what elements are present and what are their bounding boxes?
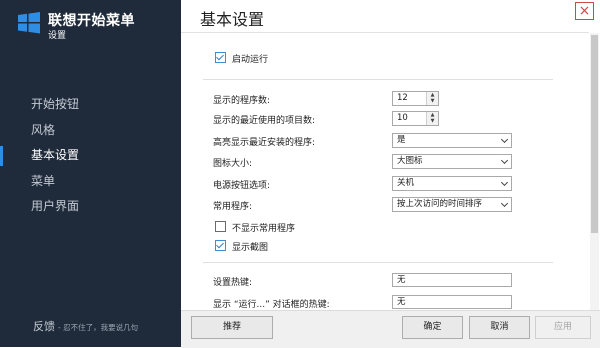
windows-logo-icon <box>18 12 40 34</box>
settings-list: 启动运行 显示的程序数: 12 ▲ ▼ 显示的最近使用的项目数: 10 ▲ ▼ 高亮… <box>181 33 589 310</box>
hotkey-label: 设置热键: <box>213 278 253 288</box>
common-programs-label: 常用程序: <box>213 202 253 212</box>
recent-items-label: 显示的最近使用的项目数: <box>213 116 316 126</box>
icon-size-select[interactable]: 大图标 <box>392 154 512 169</box>
vertical-scrollbar[interactable] <box>590 33 599 310</box>
sidebar-item-label: 菜单 <box>31 173 56 188</box>
power-button-label: 电源按钮选项: <box>213 181 271 191</box>
sidebar-item-label: 用户界面 <box>31 199 80 213</box>
autostart-checkbox[interactable] <box>215 52 226 63</box>
chevron-down-icon <box>500 135 509 144</box>
spinner-arrows-icon[interactable]: ▲ ▼ <box>426 112 438 125</box>
sidebar-item-user-interface[interactable]: 用户界面 <box>0 194 181 220</box>
sidebar-item-basic-settings[interactable]: 基本设置 <box>0 143 181 169</box>
chevron-down-icon <box>500 178 509 187</box>
spinner-arrows-icon[interactable]: ▲ ▼ <box>426 92 438 105</box>
feedback-link[interactable]: 反馈 - 忍不住了，我要说几句 <box>33 318 138 334</box>
highlight-value: 是 <box>397 135 406 145</box>
program-count-spinner[interactable]: 12 ▲ ▼ <box>392 91 439 106</box>
app-subtitle: 设置 <box>48 31 67 41</box>
sidebar-item-label: 开始按钮 <box>31 97 80 111</box>
close-button[interactable]: × <box>575 2 594 20</box>
common-programs-select[interactable]: 按上次访问的时间排序 <box>392 197 512 212</box>
highlight-select[interactable]: 是 <box>392 133 512 148</box>
show-screenshot-checkbox[interactable] <box>215 240 226 251</box>
button-bar: 推荐 确定 取消 应用 <box>181 310 600 348</box>
icon-size-label: 图标大小: <box>213 159 253 169</box>
icon-size-value: 大图标 <box>397 156 423 166</box>
sidebar-item-label: 风格 <box>31 122 56 137</box>
hotkey-input[interactable]: 无 <box>392 273 512 287</box>
cancel-button[interactable]: 取消 <box>469 316 530 339</box>
scrollbar-thumb[interactable] <box>591 35 598 233</box>
sidebar-item-style[interactable]: 风格 <box>0 118 181 144</box>
ok-button[interactable]: 确定 <box>402 316 463 339</box>
chevron-down-icon <box>500 199 509 208</box>
feedback-label: 反馈 <box>33 320 55 333</box>
feedback-note: - 忍不住了，我要说几句 <box>58 323 139 332</box>
sidebar-item-start-button[interactable]: 开始按钮 <box>0 92 181 118</box>
chevron-down-icon <box>500 156 509 165</box>
power-button-select[interactable]: 关机 <box>392 176 512 191</box>
hide-common-checkbox[interactable] <box>215 221 226 232</box>
recent-items-value: 10 <box>397 113 408 123</box>
run-hotkey-input[interactable]: 无 <box>392 295 512 309</box>
sidebar: 联想开始菜单 设置 开始按钮 风格 基本设置 菜单 用户界面 反馈 - 忍不住了，… <box>0 0 181 347</box>
close-icon: × <box>578 3 591 19</box>
autostart-label: 启动运行 <box>232 55 269 65</box>
page-title: 基本设置 <box>200 10 265 29</box>
main-panel: 基本设置 × 启动运行 显示的程序数: 12 ▲ ▼ 显示的最近使用的项目数: 1… <box>181 0 600 348</box>
recommend-button[interactable]: 推荐 <box>191 316 273 339</box>
sidebar-nav: 开始按钮 风格 基本设置 菜单 用户界面 <box>0 92 181 220</box>
sidebar-item-label: 基本设置 <box>31 148 80 162</box>
recent-items-spinner[interactable]: 10 ▲ ▼ <box>392 111 439 126</box>
run-hotkey-label: 显示 “运行...” 对话框的热键: <box>213 300 330 310</box>
apply-button[interactable]: 应用 <box>535 316 591 339</box>
hide-common-label: 不显示常用程序 <box>232 224 296 234</box>
show-screenshot-label: 显示截图 <box>232 243 269 253</box>
highlight-label: 高亮显示最近安装的程序: <box>213 138 316 148</box>
program-count-value: 12 <box>397 93 408 103</box>
app-title: 联想开始菜单 <box>48 13 135 29</box>
sidebar-item-menu[interactable]: 菜单 <box>0 169 181 195</box>
common-programs-value: 按上次访问的时间排序 <box>397 199 483 209</box>
program-count-label: 显示的程序数: <box>213 96 271 106</box>
section-divider <box>203 79 553 80</box>
section-divider <box>203 262 553 263</box>
power-button-value: 关机 <box>397 178 415 188</box>
